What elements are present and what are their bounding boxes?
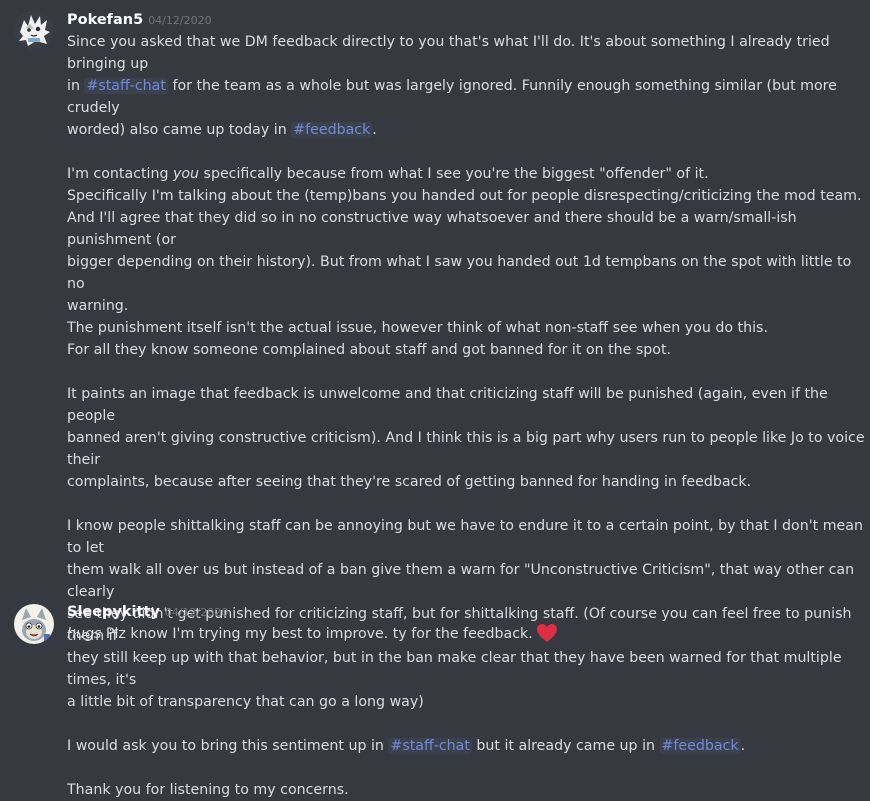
text-line: Since you asked that we DM feedback dire… xyxy=(67,34,830,72)
cartoon-kitty-avatar-icon xyxy=(14,604,54,644)
text-line: I would ask you to bring this sentiment … xyxy=(67,738,746,754)
text-line: bigger depending on their history). But … xyxy=(67,254,852,292)
text-line: For all they know someone complained abo… xyxy=(67,342,672,358)
message-content: Since you asked that we DM feedback dire… xyxy=(67,31,867,801)
text-line: I'm contacting you specifically because … xyxy=(67,166,709,182)
text-line: Thank you for listening to my concerns. xyxy=(67,782,349,798)
text-line: hugs Plz know I'm trying my best to impr… xyxy=(67,623,867,650)
text-line: banned aren't giving constructive critic… xyxy=(67,430,865,468)
timestamp: 04/12/2020 xyxy=(164,606,229,619)
username[interactable]: Sleepykitty xyxy=(67,604,160,620)
text-line: Specifically I'm talking about the (temp… xyxy=(67,188,862,204)
message-pokefan5: Pokefan5 04/12/2020 Since you asked that … xyxy=(0,0,870,798)
text-line: complaints, because after seeing that th… xyxy=(67,474,752,490)
red-heart-icon xyxy=(536,623,558,650)
message-header: Sleepykitty 04/12/2020 xyxy=(67,601,228,620)
text-line: And I'll agree that they did so in no co… xyxy=(67,210,797,248)
text-line: The punishment itself isn't the actual i… xyxy=(67,320,768,336)
channel-mention-staff-chat[interactable]: #staff-chat xyxy=(84,78,168,94)
white-spiky-creature-avatar-icon xyxy=(14,10,54,50)
text-line: warning. xyxy=(67,298,129,314)
text-line: I know people shittalking staff can be a… xyxy=(67,518,863,556)
message-header: Pokefan5 04/12/2020 xyxy=(67,9,212,28)
emphasis-text: you xyxy=(172,166,200,182)
text-line: in #staff-chat for the team as a whole b… xyxy=(67,78,837,116)
channel-mention-feedback[interactable]: #feedback xyxy=(659,738,741,754)
username[interactable]: Pokefan5 xyxy=(67,12,143,28)
emphasis-text: hugs xyxy=(67,626,102,642)
message-content: hugs Plz know I'm trying my best to impr… xyxy=(67,623,867,650)
channel-mention-staff-chat[interactable]: #staff-chat xyxy=(388,738,472,754)
timestamp: 04/12/2020 xyxy=(148,14,212,27)
user-avatar-pokefan5[interactable] xyxy=(14,10,54,50)
channel-mention-feedback[interactable]: #feedback xyxy=(291,122,373,138)
message-sleepykitty: Sleepykitty 04/12/2020 hugs Plz know I'm … xyxy=(0,596,870,654)
text-line: worded) also came up today in #feedback. xyxy=(67,122,377,138)
text-line: a little bit of transparency that can go… xyxy=(67,694,424,710)
text-line: It paints an image that feedback is unwe… xyxy=(67,386,828,424)
user-avatar-sleepykitty[interactable] xyxy=(14,604,54,644)
